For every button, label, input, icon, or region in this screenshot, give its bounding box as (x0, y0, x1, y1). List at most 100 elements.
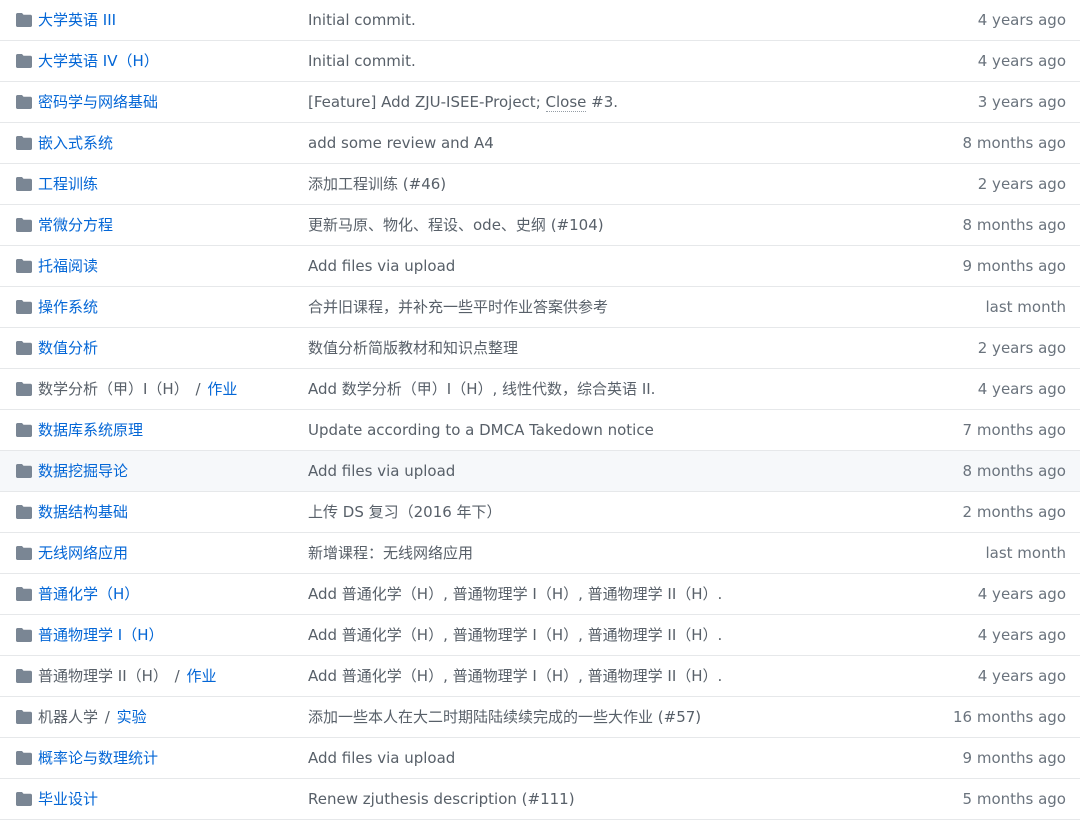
folder-link[interactable]: 大学英语 III (38, 11, 116, 29)
commit-message-link[interactable]: 上传 DS 复习（2016 年下） (308, 503, 502, 521)
file-name-cell: 托福阅读 (38, 246, 300, 286)
commit-age[interactable]: 8 months ago (963, 205, 1066, 245)
folder-icon (16, 259, 32, 273)
file-row[interactable]: 嵌入式系统 add some review and A4 8 months ago (0, 123, 1080, 164)
folder-icon (16, 505, 32, 519)
folder-link[interactable]: 数据库系统原理 (38, 421, 143, 439)
commit-age[interactable]: 9 months ago (963, 246, 1066, 286)
commit-message-link[interactable]: add some review and A4 (308, 134, 494, 152)
commit-message-link[interactable]: Initial commit. (308, 52, 416, 70)
commit-message-cell: [Feature] Add ZJU-ISEE-Project; Close #3… (308, 82, 928, 122)
folder-link[interactable]: 作业 (187, 667, 217, 685)
commit-message-link[interactable]: Add files via upload (308, 749, 455, 767)
file-row[interactable]: 机器人学 / 实验 添加一些本人在大二时期陆陆续续完成的一些大作业 (#57) 16… (0, 697, 1080, 738)
commit-age[interactable]: 4 years ago (978, 615, 1066, 655)
folder-link[interactable]: 数据结构基础 (38, 503, 128, 521)
commit-age[interactable]: 2 years ago (978, 164, 1066, 204)
commit-age[interactable]: 8 months ago (963, 123, 1066, 163)
commit-age[interactable]: 3 years ago (978, 82, 1066, 122)
commit-message-link[interactable]: [Feature] Add ZJU-ISEE-Project; (308, 93, 546, 111)
commit-age[interactable]: 2 months ago (963, 492, 1066, 532)
commit-message-link[interactable]: Add 普通化学（H）, 普通物理学 I（H）, 普通物理学 II（H）. (308, 626, 722, 644)
file-list: 大学英语 III Initial commit. 4 years ago 大学英语 I… (0, 0, 1080, 820)
file-row[interactable]: 大学英语 III Initial commit. 4 years ago (0, 0, 1080, 41)
file-name-cell: 无线网络应用 (38, 533, 300, 573)
folder-link[interactable]: 常微分方程 (38, 216, 113, 234)
file-row[interactable]: 常微分方程 更新马原、物化、程设、ode、史纲 (#104) 8 months ag… (0, 205, 1080, 246)
commit-age[interactable]: 16 months ago (953, 697, 1066, 737)
folder-link[interactable]: 工程训练 (38, 175, 98, 193)
commit-message-link[interactable]: Add files via upload (308, 257, 455, 275)
issue-number-link[interactable]: #3. (586, 93, 618, 111)
path-prefix[interactable]: 数学分析（甲）I（H） (38, 380, 189, 398)
folder-link[interactable]: 操作系统 (38, 298, 98, 316)
path-prefix[interactable]: 机器人学 (38, 708, 98, 726)
commit-age[interactable]: 7 months ago (963, 410, 1066, 450)
commit-message-link[interactable]: Update according to a DMCA Takedown noti… (308, 421, 654, 439)
file-row[interactable]: 普通物理学 II（H） / 作业 Add 普通化学（H）, 普通物理学 I（H）,… (0, 656, 1080, 697)
file-row[interactable]: 无线网络应用 新增课程：无线网络应用 last month (0, 533, 1080, 574)
folder-link[interactable]: 普通物理学 I（H） (38, 626, 163, 644)
commit-age[interactable]: 4 years ago (978, 41, 1066, 81)
path-prefix[interactable]: 普通物理学 II（H） (38, 667, 168, 685)
commit-message-cell: Update according to a DMCA Takedown noti… (308, 410, 928, 450)
issue-keyword-link[interactable]: Close (545, 93, 587, 112)
file-row[interactable]: 数据库系统原理 Update according to a DMCA Takedo… (0, 410, 1080, 451)
commit-message-link[interactable]: 合并旧课程，并补充一些平时作业答案供参考 (308, 298, 608, 316)
folder-link[interactable]: 实验 (117, 708, 147, 726)
commit-age[interactable]: last month (985, 287, 1066, 327)
commit-message-link[interactable]: Add 数学分析（甲）I（H）, 线性代数，综合英语 II. (308, 380, 655, 398)
folder-link[interactable]: 托福阅读 (38, 257, 98, 275)
folder-link[interactable]: 密码学与网络基础 (38, 93, 158, 111)
file-row[interactable]: 普通化学（H） Add 普通化学（H）, 普通物理学 I（H）, 普通物理学 II… (0, 574, 1080, 615)
file-name-cell: 操作系统 (38, 287, 300, 327)
file-row[interactable]: 操作系统 合并旧课程，并补充一些平时作业答案供参考 last month (0, 287, 1080, 328)
folder-link[interactable]: 作业 (207, 380, 237, 398)
folder-link[interactable]: 无线网络应用 (38, 544, 128, 562)
folder-link[interactable]: 毕业设计 (38, 790, 98, 808)
folder-link[interactable]: 概率论与数理统计 (38, 749, 158, 767)
folder-link[interactable]: 数据挖掘导论 (38, 462, 128, 480)
commit-message-link[interactable]: 添加一些本人在大二时期陆陆续续完成的一些大作业 (#57) (308, 708, 701, 726)
folder-icon (16, 628, 32, 642)
file-row[interactable]: 普通物理学 I（H） Add 普通化学（H）, 普通物理学 I（H）, 普通物理学… (0, 615, 1080, 656)
commit-message-link[interactable]: 更新马原、物化、程设、ode、史纲 (#104) (308, 216, 604, 234)
file-row[interactable]: 数值分析 数值分析简版教材和知识点整理 2 years ago (0, 328, 1080, 369)
file-row[interactable]: 工程训练 添加工程训练 (#46) 2 years ago (0, 164, 1080, 205)
commit-message-link[interactable]: 新增课程：无线网络应用 (308, 544, 473, 562)
folder-link[interactable]: 数值分析 (38, 339, 98, 357)
folder-icon (16, 218, 32, 232)
file-row[interactable]: 大学英语 IV（H） Initial commit. 4 years ago (0, 41, 1080, 82)
folder-link[interactable]: 大学英语 IV（H） (38, 52, 159, 70)
folder-link[interactable]: 嵌入式系统 (38, 134, 113, 152)
commit-age[interactable]: last month (985, 533, 1066, 573)
file-row[interactable]: 毕业设计 Renew zjuthesis description (#111) 5 … (0, 779, 1080, 820)
commit-age[interactable]: 8 months ago (963, 451, 1066, 491)
commit-age[interactable]: 4 years ago (978, 369, 1066, 409)
commit-message-link[interactable]: Add 普通化学（H）, 普通物理学 I（H）, 普通物理学 II（H）. (308, 667, 722, 685)
commit-message-cell: Add files via upload (308, 246, 928, 286)
file-row[interactable]: 数据结构基础 上传 DS 复习（2016 年下） 2 months ago (0, 492, 1080, 533)
commit-message-link[interactable]: Add 普通化学（H）, 普通物理学 I（H）, 普通物理学 II（H）. (308, 585, 722, 603)
file-name-cell: 数值分析 (38, 328, 300, 368)
file-row[interactable]: 托福阅读 Add files via upload 9 months ago (0, 246, 1080, 287)
commit-age[interactable]: 4 years ago (978, 0, 1066, 40)
commit-message-link[interactable]: Renew zjuthesis description (#111) (308, 790, 575, 808)
commit-age[interactable]: 2 years ago (978, 328, 1066, 368)
file-name-cell: 数据挖掘导论 (38, 451, 300, 491)
file-row[interactable]: 数学分析（甲）I（H） / 作业 Add 数学分析（甲）I（H）, 线性代数，综合… (0, 369, 1080, 410)
commit-age[interactable]: 9 months ago (963, 738, 1066, 778)
commit-age[interactable]: 5 months ago (963, 779, 1066, 819)
commit-age[interactable]: 4 years ago (978, 574, 1066, 614)
commit-message-link[interactable]: Add files via upload (308, 462, 455, 480)
commit-message-link[interactable]: Initial commit. (308, 11, 416, 29)
folder-link[interactable]: 普通化学（H） (38, 585, 139, 603)
commit-message-cell: 数值分析简版教材和知识点整理 (308, 328, 928, 368)
commit-message-link[interactable]: 添加工程训练 (#46) (308, 175, 446, 193)
commit-age[interactable]: 4 years ago (978, 656, 1066, 696)
file-row[interactable]: 数据挖掘导论 Add files via upload 8 months ago (0, 451, 1080, 492)
file-row[interactable]: 概率论与数理统计 Add files via upload 9 months ago (0, 738, 1080, 779)
file-row[interactable]: 密码学与网络基础 [Feature] Add ZJU-ISEE-Project; … (0, 82, 1080, 123)
commit-message-cell: Add 普通化学（H）, 普通物理学 I（H）, 普通物理学 II（H）. (308, 615, 928, 655)
commit-message-link[interactable]: 数值分析简版教材和知识点整理 (308, 339, 518, 357)
